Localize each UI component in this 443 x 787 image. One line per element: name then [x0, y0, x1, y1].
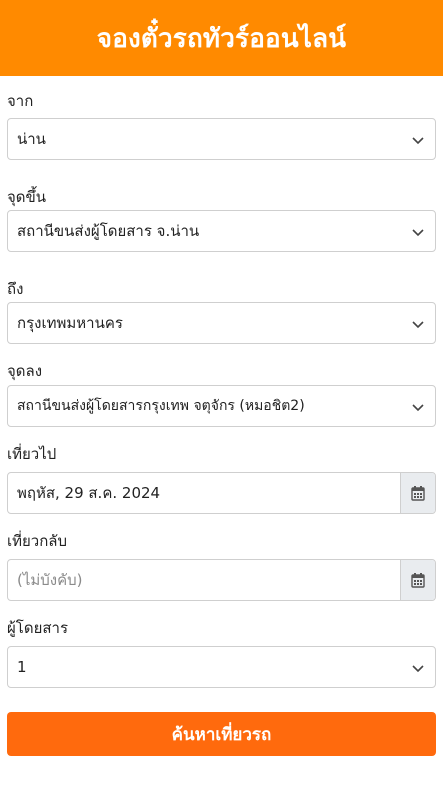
calendar-icon — [411, 485, 425, 501]
dropoff-label: จุดลง — [7, 362, 43, 380]
boarding-label: จุดขึ้น — [7, 188, 47, 206]
chevron-down-icon — [412, 137, 424, 145]
return-label: เที่ยวกลับ — [7, 532, 68, 550]
boarding-value: สถานีขนส่งผู้โดยสาร จ.น่าน — [17, 222, 200, 240]
return-date-placeholder: (ไม่บังคับ) — [17, 571, 83, 589]
dropoff-select[interactable]: สถานีขนส่งผู้โดยสารกรุงเทพ จตุจักร (หมอช… — [7, 385, 436, 427]
depart-calendar-button[interactable] — [400, 473, 435, 513]
to-label: ถึง — [7, 280, 24, 298]
chevron-down-icon — [412, 229, 424, 237]
booking-form: จาก น่าน จุดขึ้น สถานีขนส่งผู้โดยสาร จ.น… — [0, 91, 443, 756]
search-trips-button[interactable]: ค้นหาเที่ยวรถ — [7, 712, 436, 756]
depart-date-value: พฤหัส, 29 ส.ค. 2024 — [17, 484, 161, 502]
chevron-down-icon — [412, 321, 424, 329]
depart-label: เที่ยวไป — [7, 445, 57, 463]
boarding-select[interactable]: สถานีขนส่งผู้โดยสาร จ.น่าน — [7, 210, 436, 252]
page-title: จองตั๋วรถทัวร์ออนไลน์ — [96, 23, 347, 54]
passengers-label: ผู้โดยสาร — [7, 619, 69, 637]
chevron-down-icon — [412, 404, 424, 412]
from-value: น่าน — [17, 130, 46, 148]
to-value: กรุงเทพมหานคร — [17, 314, 123, 332]
from-label: จาก — [7, 92, 34, 110]
depart-date-input[interactable]: พฤหัส, 29 ส.ค. 2024 — [7, 472, 436, 514]
search-trips-label: ค้นหาเที่ยวรถ — [171, 724, 272, 745]
from-select[interactable]: น่าน — [7, 118, 436, 160]
calendar-icon — [411, 572, 425, 588]
passengers-value: 1 — [17, 658, 27, 676]
return-calendar-button[interactable] — [400, 560, 435, 600]
to-select[interactable]: กรุงเทพมหานคร — [7, 302, 436, 344]
page-header: จองตั๋วรถทัวร์ออนไลน์ — [0, 0, 443, 76]
chevron-down-icon — [412, 665, 424, 673]
dropoff-value: สถานีขนส่งผู้โดยสารกรุงเทพ จตุจักร (หมอช… — [17, 398, 305, 414]
return-date-input[interactable]: (ไม่บังคับ) — [7, 559, 436, 601]
passengers-select[interactable]: 1 — [7, 646, 436, 688]
